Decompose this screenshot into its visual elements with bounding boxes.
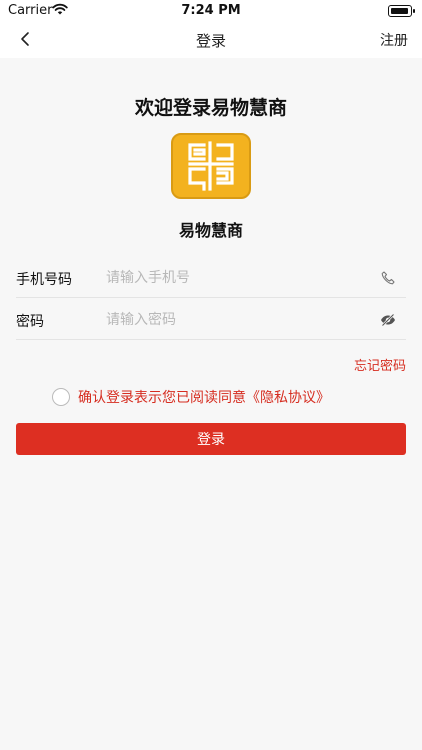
status-bar: Carrier 7:24 PM — [0, 0, 422, 22]
eye-slash-icon[interactable] — [380, 312, 396, 328]
phone-row: 手机号码 — [16, 258, 406, 298]
status-time: 7:24 PM — [181, 3, 241, 18]
login-button[interactable]: 登录 — [16, 423, 406, 455]
phone-icon — [380, 270, 396, 286]
battery-icon — [388, 5, 415, 17]
password-label: 密码 — [16, 314, 44, 330]
agreement-checkbox[interactable] — [52, 388, 70, 406]
phone-label: 手机号码 — [16, 272, 72, 288]
welcome-heading: 欢迎登录易物慧商 — [134, 97, 287, 119]
password-row: 密码 — [16, 300, 406, 340]
agreement-text[interactable]: 确认登录表示您已阅读同意《隐私协议》 — [78, 387, 330, 407]
password-input[interactable] — [106, 306, 356, 334]
forgot-password-link[interactable]: 忘记密码 — [354, 355, 406, 374]
register-button[interactable]: 注册 — [380, 30, 408, 50]
phone-input[interactable] — [106, 264, 356, 292]
brand-name: 易物慧商 — [178, 221, 243, 240]
navigation-bar: 登录 注册 — [0, 22, 422, 58]
app-logo — [171, 133, 251, 199]
page-title: 登录 — [195, 32, 226, 50]
